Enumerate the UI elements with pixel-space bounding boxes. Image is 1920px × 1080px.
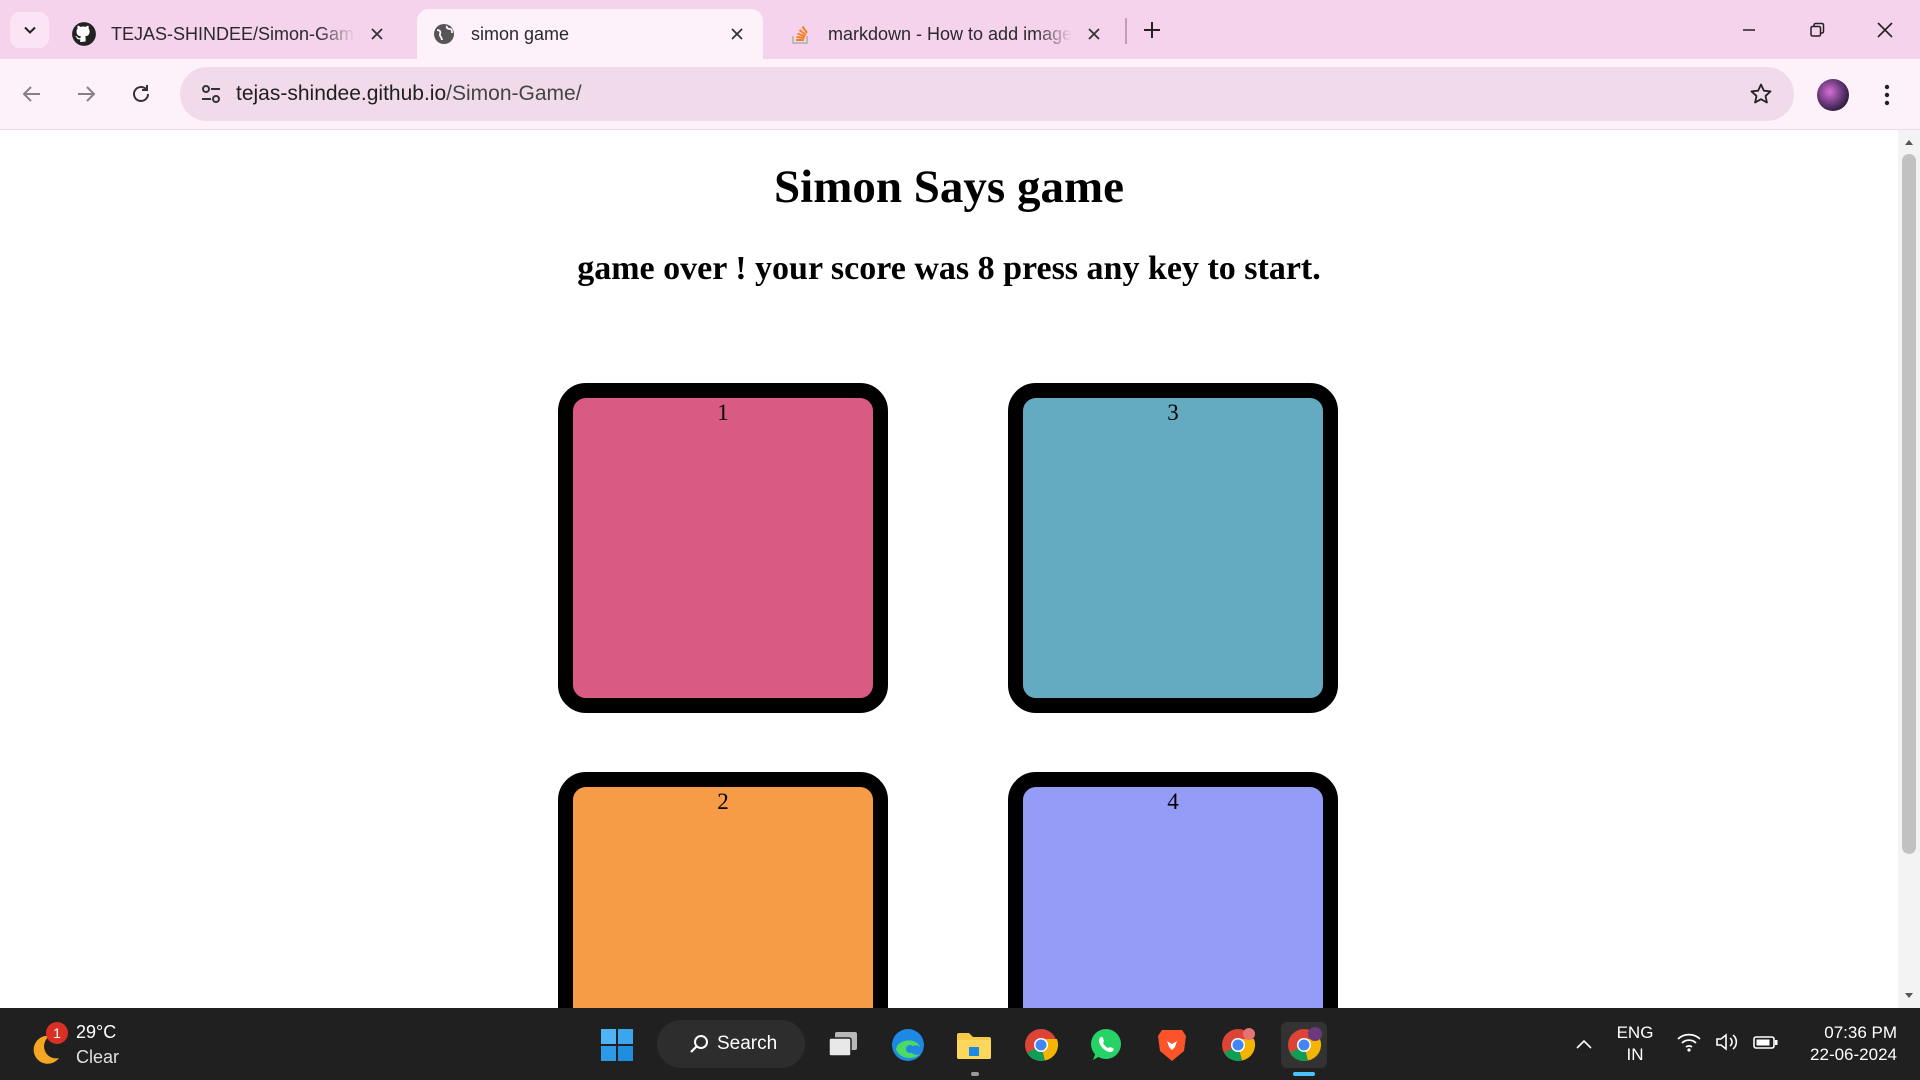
scroll-down-arrow[interactable] [1903, 990, 1915, 1002]
system-clock[interactable]: 07:36 PM 22-06-2024 [1785, 1022, 1897, 1066]
page-title: Simon Says game [774, 161, 1124, 213]
file-explorer-button[interactable] [951, 1022, 997, 1068]
tab-title: markdown - How to add image [828, 23, 1072, 44]
site-info-icon[interactable] [196, 80, 226, 108]
close-window-button[interactable] [1860, 10, 1910, 50]
volume-icon [1716, 1033, 1738, 1051]
game-button-red[interactable]: 1 [558, 383, 888, 713]
chrome-button[interactable] [1018, 1022, 1064, 1068]
system-tray[interactable] [1676, 1030, 1780, 1054]
wifi-icon [1677, 1033, 1701, 1052]
browser-menu-button[interactable] [1872, 78, 1902, 112]
game-button-purple[interactable]: 4 [1008, 772, 1338, 1008]
close-icon [1877, 22, 1893, 38]
scroll-up-arrow[interactable] [1903, 136, 1915, 148]
task-view-button[interactable] [820, 1022, 866, 1068]
url-host: tejas-shindee.github.io [236, 82, 447, 105]
chrome-icon [1025, 1029, 1059, 1062]
globe-icon [431, 21, 457, 47]
language-indicator[interactable]: ENG IN [1610, 1022, 1660, 1066]
chrome-icon [1288, 1027, 1322, 1062]
windows-icon [601, 1029, 633, 1061]
arrow-left-icon [22, 86, 40, 102]
url-path: /Simon-Game/ [446, 82, 582, 105]
weather-condition[interactable]: Clear [76, 1047, 119, 1068]
restore-button[interactable] [1792, 10, 1842, 50]
button-number: 4 [1167, 789, 1179, 814]
tab-stackoverflow[interactable]: markdown - How to add image [774, 9, 1120, 59]
github-icon [71, 21, 97, 47]
button-number: 2 [717, 789, 729, 814]
reload-icon [133, 85, 149, 102]
notification-badge: 1 [46, 1022, 68, 1044]
taskbar-search[interactable]: Search [657, 1020, 805, 1068]
restore-icon [1810, 22, 1825, 37]
chrome-profile-button[interactable] [1215, 1022, 1261, 1068]
close-icon[interactable] [365, 22, 389, 46]
tab-divider [1125, 18, 1127, 44]
show-hidden-icons-button[interactable] [1572, 1032, 1596, 1056]
language-code: ENG [1616, 1023, 1654, 1042]
region-code: IN [1626, 1045, 1644, 1064]
game-button-blue[interactable]: 3 [1008, 383, 1338, 713]
chevron-up-icon [1576, 1039, 1592, 1049]
edge-icon [892, 1029, 924, 1061]
chrome-icon [1222, 1028, 1256, 1062]
reload-button[interactable] [123, 76, 159, 112]
back-button[interactable] [14, 76, 50, 112]
minimize-button[interactable] [1724, 10, 1774, 50]
running-indicator [971, 1072, 979, 1076]
button-number: 1 [717, 400, 729, 425]
arrow-right-icon [78, 86, 96, 102]
edge-button[interactable] [885, 1022, 931, 1068]
battery-icon [1753, 1036, 1778, 1049]
tab-title: simon game [471, 23, 570, 44]
forward-button[interactable] [68, 76, 104, 112]
vertical-scrollbar[interactable] [1898, 130, 1920, 1008]
url-text: tejas-shindee.github.io/Simon-Game/ [236, 82, 582, 106]
clock-time: 07:36 PM [1824, 1023, 1897, 1042]
tab-strip: TEJAS-SHINDEE/Simon-Game: v simon game m… [0, 0, 1920, 59]
close-icon[interactable] [1082, 22, 1106, 46]
folder-icon [957, 1033, 991, 1059]
minimize-icon [1743, 29, 1755, 31]
address-bar[interactable]: tejas-shindee.github.io/Simon-Game/ [180, 67, 1794, 121]
scrollbar-thumb[interactable] [1902, 154, 1916, 854]
search-label: Search [717, 1033, 778, 1054]
search-icon [690, 1035, 708, 1053]
tab-github[interactable]: TEJAS-SHINDEE/Simon-Game: v [57, 9, 403, 59]
star-icon [1750, 83, 1772, 104]
tab-title: TEJAS-SHINDEE/Simon-Game: v [111, 23, 355, 44]
brave-button[interactable] [1149, 1022, 1195, 1068]
whatsapp-button[interactable] [1083, 1022, 1129, 1068]
page-viewport: Simon Says game game over ! your score w… [0, 130, 1898, 1008]
clock-date: 22-06-2024 [1810, 1045, 1897, 1064]
tab-simon-game[interactable]: simon game [417, 9, 763, 59]
new-tab-button[interactable] [1136, 14, 1168, 46]
profile-avatar[interactable] [1817, 79, 1849, 111]
more-vertical-icon [1884, 84, 1890, 106]
start-button[interactable] [594, 1022, 640, 1068]
weather-temperature[interactable]: 29°C [76, 1022, 116, 1043]
game-button-orange[interactable]: 2 [558, 772, 888, 1008]
stackoverflow-icon [788, 21, 814, 47]
game-status: game over ! your score was 8 press any k… [577, 250, 1321, 287]
whatsapp-icon [1091, 1029, 1121, 1060]
plus-icon [1144, 22, 1160, 38]
chevron-down-icon [23, 26, 36, 34]
close-icon[interactable] [725, 22, 749, 46]
tab-search-button[interactable] [10, 12, 49, 48]
task-view-icon [828, 1032, 857, 1057]
browser-toolbar: tejas-shindee.github.io/Simon-Game/ [0, 59, 1920, 130]
bookmark-star-button[interactable] [1746, 79, 1776, 109]
taskbar: 1 29°C Clear Search ENG IN 07:36 PM 22-0… [0, 1008, 1920, 1080]
brave-icon [1158, 1030, 1186, 1061]
button-number: 3 [1167, 400, 1179, 425]
active-app-indicator [1293, 1072, 1315, 1076]
chrome-active-button[interactable] [1281, 1022, 1327, 1068]
